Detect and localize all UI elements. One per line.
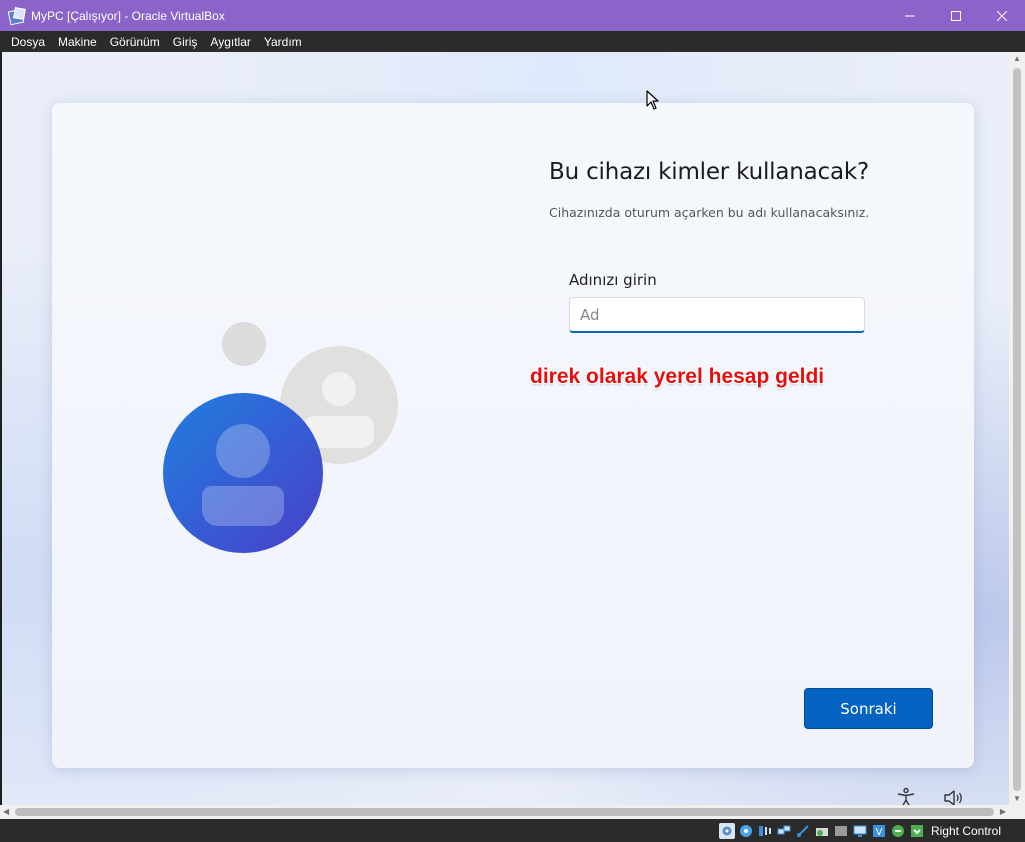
menu-yardim[interactable]: Yardım [258,35,308,49]
scroll-down-icon[interactable]: ▼ [1013,794,1021,803]
minimize-button[interactable] [887,0,933,31]
hard-disk-icon[interactable] [718,822,735,839]
scroll-up-icon[interactable]: ▲ [1013,54,1021,63]
menu-makine[interactable]: Makine [52,35,103,49]
menu-dosya[interactable]: Dosya [5,35,51,49]
volume-icon[interactable] [942,787,964,805]
maximize-icon [951,10,961,21]
name-field-label: Adınızı girin [569,271,657,289]
annotation-text: direk olarak yerel hesap geldi [530,365,825,388]
usb-icon[interactable] [795,823,811,839]
menu-giris[interactable]: Giriş [167,35,204,49]
keyboard-capture-icon[interactable] [909,823,925,839]
minimize-icon [905,15,915,16]
maximize-button[interactable] [933,0,979,31]
network-icon[interactable] [776,823,792,839]
status-bar: V Right Control [0,819,1025,842]
accessibility-icon[interactable] [895,787,917,805]
window-titlebar: MyPC [Çalışıyor] - Oracle VirtualBox [0,0,1025,31]
close-button[interactable] [979,0,1025,31]
page-title: Bu cihazı kimler kullanacak? [549,159,869,185]
vertical-scrollbar[interactable]: ▲ ▼ [1009,52,1025,805]
virtualbox-icon [7,6,26,25]
horizontal-scroll-thumb[interactable] [15,808,994,816]
video-capture-icon[interactable] [852,823,868,839]
next-button[interactable]: Sonraki [804,688,933,729]
mouse-cursor-icon [646,90,659,110]
menu-gorunum[interactable]: Görünüm [104,35,166,49]
virtualization-icon[interactable]: V [871,823,887,839]
vertical-scroll-thumb[interactable] [1013,68,1021,791]
horizontal-scrollbar[interactable]: ◀ ▶ [0,805,1009,819]
scrollbar-corner [1009,805,1025,819]
mouse-integration-icon[interactable] [890,823,906,839]
host-key-label: Right Control [930,823,1001,838]
svg-text:V: V [876,827,883,838]
window-title: MyPC [Çalışıyor] - Oracle VirtualBox [31,8,225,23]
vm-display[interactable]: Bu cihazı kimler kullanacak? Cihazınızda… [2,52,1009,805]
menu-aygitlar[interactable]: Aygıtlar [204,35,256,49]
name-input[interactable] [569,297,865,333]
audio-icon[interactable] [757,823,773,839]
shared-folders-icon[interactable] [814,823,830,839]
user-accounts-illustration [163,322,398,553]
display-icon[interactable] [833,823,849,839]
scroll-right-icon[interactable]: ▶ [1000,807,1006,816]
optical-drive-icon[interactable] [738,823,754,839]
page-subtitle: Cihazınızda oturum açarken bu adı kullan… [549,205,870,220]
menu-bar: Dosya Makine Görünüm Giriş Aygıtlar Yard… [0,31,1025,52]
setup-card: Bu cihazı kimler kullanacak? Cihazınızda… [52,103,974,768]
close-icon [997,10,1007,21]
scroll-left-icon[interactable]: ◀ [3,807,9,816]
